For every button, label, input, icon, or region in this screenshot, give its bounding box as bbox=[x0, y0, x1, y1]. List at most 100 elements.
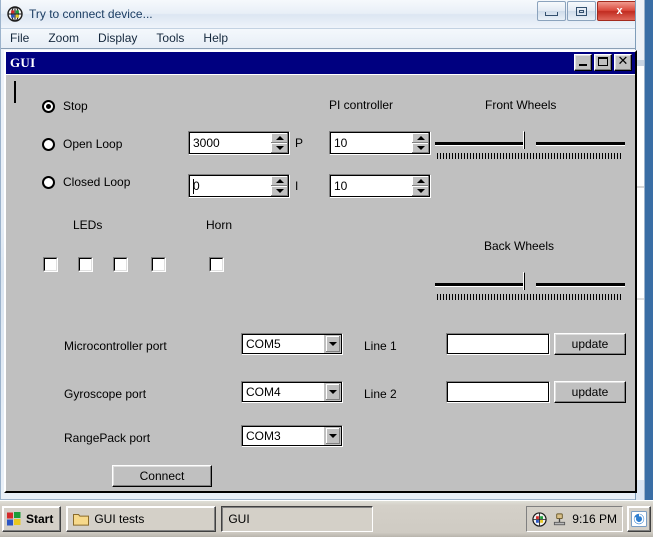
line-2-input[interactable] bbox=[446, 381, 550, 403]
gyroscope-port-value: COM4 bbox=[242, 382, 324, 402]
pi-p-down-button[interactable] bbox=[412, 143, 429, 153]
i-gain-down-button[interactable] bbox=[271, 186, 288, 196]
gui-window-controls: ✕ bbox=[574, 54, 632, 71]
outer-window-titlebar[interactable]: Try to connect device... x bbox=[1, 0, 644, 29]
taskbar-clock[interactable]: 9:16 PM bbox=[572, 512, 617, 526]
gyroscope-port-label: Gyroscope port bbox=[64, 387, 147, 401]
gui-window-title: GUI bbox=[10, 55, 36, 70]
menu-item-help[interactable]: Help bbox=[202, 30, 237, 47]
horn-title: Horn bbox=[206, 218, 233, 232]
line-1-update-label: update bbox=[571, 337, 609, 351]
radio-stop[interactable]: Stop bbox=[42, 99, 88, 113]
pi-i-up-button[interactable] bbox=[412, 176, 429, 186]
back-wheels-ticks bbox=[437, 294, 623, 300]
minimize-icon bbox=[545, 11, 558, 16]
radio-stop-indicator bbox=[42, 99, 55, 113]
restore-button[interactable] bbox=[567, 1, 596, 21]
radio-open-loop-label: Open Loop bbox=[63, 137, 123, 151]
chevron-down-icon bbox=[416, 146, 425, 150]
menu-item-zoom[interactable]: Zoom bbox=[47, 30, 88, 47]
horn-checkbox[interactable] bbox=[209, 257, 224, 272]
refresh-icon[interactable] bbox=[627, 506, 651, 532]
gui-minimize-button[interactable] bbox=[574, 54, 592, 71]
line-2-value[interactable] bbox=[447, 382, 549, 402]
line-1-update-button[interactable]: update bbox=[554, 333, 626, 355]
leds-title: LEDs bbox=[73, 218, 103, 232]
menu-item-tools[interactable]: Tools bbox=[155, 30, 193, 47]
led-checkbox-3[interactable] bbox=[113, 257, 128, 272]
gyroscope-port-dropdown-button[interactable] bbox=[324, 382, 342, 402]
microcontroller-port-dropdown-button[interactable] bbox=[324, 334, 342, 354]
p-gain-spin-buttons bbox=[271, 132, 289, 154]
p-gain-value[interactable]: 3000 bbox=[189, 132, 271, 154]
front-wheels-thumb[interactable] bbox=[523, 125, 537, 150]
radio-stop-label: Stop bbox=[63, 99, 88, 113]
chevron-down-icon bbox=[416, 189, 425, 193]
menu-item-display[interactable]: Display bbox=[97, 30, 146, 47]
gyroscope-port-combo[interactable]: COM4 bbox=[241, 381, 343, 403]
chevron-up-icon bbox=[416, 179, 425, 183]
led-checkbox-1[interactable] bbox=[43, 257, 58, 272]
chevron-down-icon bbox=[328, 390, 337, 394]
globe-icon bbox=[7, 6, 23, 22]
rangepack-port-value: COM3 bbox=[242, 426, 324, 446]
start-button[interactable]: Start bbox=[2, 506, 62, 532]
pi-p-spinner[interactable]: 10 bbox=[329, 131, 431, 155]
line-2-update-button[interactable]: update bbox=[554, 381, 626, 403]
gui-close-button[interactable]: ✕ bbox=[614, 54, 632, 71]
pi-p-spin-buttons bbox=[412, 132, 430, 154]
outer-window-controls: x bbox=[537, 1, 642, 21]
gui-maximize-button[interactable] bbox=[594, 54, 612, 71]
line-1-value[interactable] bbox=[447, 334, 549, 354]
pi-i-value[interactable]: 10 bbox=[330, 175, 412, 197]
radio-open-loop-indicator bbox=[42, 137, 55, 151]
i-gain-value[interactable]: 0 bbox=[189, 175, 271, 197]
folder-icon bbox=[73, 512, 90, 526]
line-1-label: Line 1 bbox=[364, 339, 397, 353]
microcontroller-port-value: COM5 bbox=[242, 334, 324, 354]
radio-closed-loop-indicator bbox=[42, 175, 55, 189]
taskbar-item-gui-tests[interactable]: GUI tests bbox=[66, 506, 217, 532]
line-2-update-label: update bbox=[571, 385, 609, 399]
pi-i-spinner[interactable]: 10 bbox=[329, 174, 431, 198]
pi-i-down-button[interactable] bbox=[412, 186, 429, 196]
connect-button[interactable]: Connect bbox=[112, 465, 212, 487]
device-icon[interactable] bbox=[552, 512, 567, 527]
close-icon: ✕ bbox=[617, 53, 629, 68]
radio-open-loop[interactable]: Open Loop bbox=[42, 137, 122, 151]
maximize-icon bbox=[598, 57, 608, 66]
taskbar-item-gui[interactable]: GUI bbox=[221, 506, 374, 532]
radio-closed-loop[interactable]: Closed Loop bbox=[42, 175, 130, 189]
pi-p-up-button[interactable] bbox=[412, 133, 429, 143]
front-wheels-title: Front Wheels bbox=[485, 98, 557, 112]
restore-icon bbox=[576, 6, 587, 16]
p-gain-down-button[interactable] bbox=[271, 143, 288, 153]
rangepack-port-label: RangePack port bbox=[64, 431, 151, 445]
i-gain-label: I bbox=[295, 179, 299, 193]
chevron-down-icon bbox=[328, 342, 337, 346]
line-1-input[interactable] bbox=[446, 333, 550, 355]
i-gain-spinner[interactable]: 0 bbox=[188, 174, 290, 198]
p-gain-up-button[interactable] bbox=[271, 133, 288, 143]
radio-closed-loop-label: Closed Loop bbox=[63, 175, 131, 189]
close-icon: x bbox=[616, 5, 623, 17]
back-wheels-thumb[interactable] bbox=[523, 266, 537, 291]
gui-window-titlebar[interactable]: GUI ✕ bbox=[6, 52, 635, 74]
back-wheels-slider[interactable] bbox=[435, 266, 625, 303]
menu-item-file[interactable]: File bbox=[9, 30, 38, 47]
led-checkbox-2[interactable] bbox=[78, 257, 93, 272]
start-button-label: Start bbox=[26, 512, 54, 526]
microcontroller-port-combo[interactable]: COM5 bbox=[241, 333, 343, 355]
rangepack-port-dropdown-button[interactable] bbox=[324, 426, 342, 446]
pi-p-value[interactable]: 10 bbox=[330, 132, 412, 154]
outer-window: Try to connect device... x File Zoom Dis… bbox=[0, 0, 645, 500]
rangepack-port-combo[interactable]: COM3 bbox=[241, 425, 343, 447]
i-gain-up-button[interactable] bbox=[271, 176, 288, 186]
front-wheels-slider[interactable] bbox=[435, 125, 625, 162]
minimize-button[interactable] bbox=[537, 1, 566, 21]
globe-icon[interactable] bbox=[532, 511, 547, 527]
led-checkbox-4[interactable] bbox=[151, 257, 166, 272]
p-gain-spinner[interactable]: 3000 bbox=[188, 131, 290, 155]
text-caret bbox=[14, 81, 16, 103]
taskbar-item-gui-tests-label: GUI tests bbox=[94, 512, 145, 526]
